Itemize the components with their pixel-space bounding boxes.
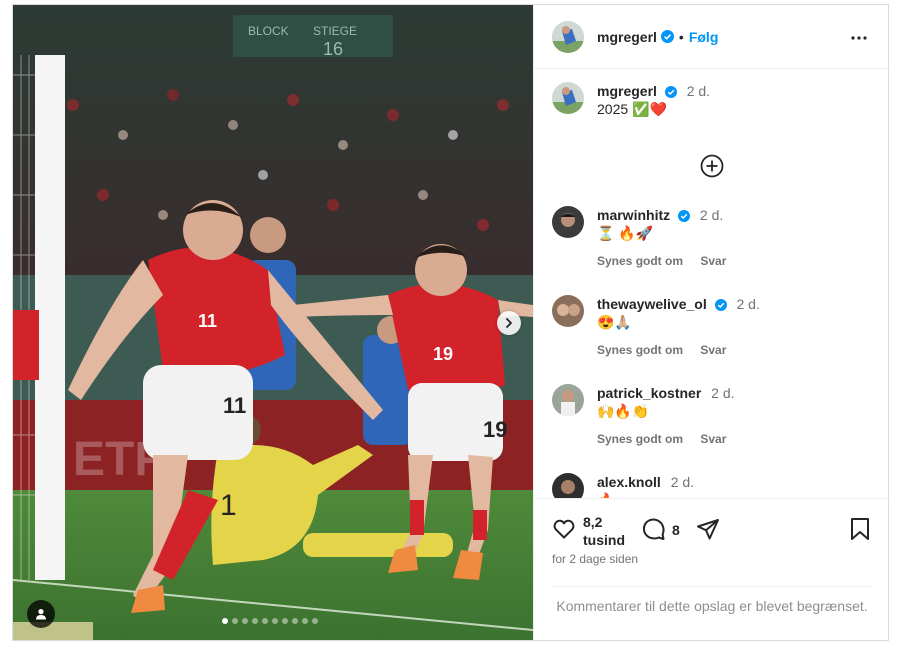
svg-text:11: 11 xyxy=(198,311,217,331)
like-comment-button[interactable]: Synes godt om xyxy=(597,343,683,357)
comment-item: alex.knoll 2 d. 🔥 xyxy=(552,473,694,498)
comment-username[interactable]: patrick_kostner xyxy=(597,385,701,401)
post-caption: mgregerl 2 d. 2025 ✅❤️ xyxy=(552,82,710,118)
action-bar: 8,2 tusind 8 for 2 dage siden xyxy=(534,498,890,586)
verified-badge-icon xyxy=(678,210,691,223)
bookmark-icon[interactable] xyxy=(849,517,871,541)
comment-count: 8 xyxy=(672,522,680,538)
user-icon xyxy=(36,609,46,620)
comment-username[interactable]: marwinhitz xyxy=(597,207,670,223)
commenter-avatar[interactable] xyxy=(552,206,584,238)
carousel-dot xyxy=(252,618,258,624)
like-comment-button[interactable]: Synes godt om xyxy=(597,432,683,446)
more-horizontal-icon[interactable] xyxy=(850,29,868,47)
svg-text:16: 16 xyxy=(323,39,343,59)
comment-text: 😍🙏🏼 xyxy=(597,314,632,330)
commenter-avatar[interactable] xyxy=(552,473,584,498)
carousel-dot xyxy=(262,618,268,624)
carousel-dot xyxy=(232,618,238,624)
comment-text: 🔥 xyxy=(597,491,694,498)
instagram-post: BLOCK STIEGE 16 ETF 1 11 19 19 11 mgrege… xyxy=(12,4,890,641)
post-header: mgregerl • Følg xyxy=(534,5,890,69)
like-count[interactable]: 8,2 tusind xyxy=(583,513,625,549)
post-photo: BLOCK STIEGE 16 ETF 1 11 19 19 11 xyxy=(13,5,533,640)
carousel-dot xyxy=(302,618,308,624)
comment-item: patrick_kostner 2 d. 🙌🔥👏 Synes godt om S… xyxy=(552,384,740,448)
comment-item: marwinhitz 2 d. ⏳ 🔥🚀 Synes godt om Svar xyxy=(552,206,740,270)
like-count-number: 8,2 xyxy=(583,514,603,530)
verified-badge-icon xyxy=(660,30,674,43)
comments-restricted-notice: Kommentarer til dette opslag er blevet b… xyxy=(552,586,872,616)
next-slide-button[interactable] xyxy=(497,311,521,335)
commenter-avatar[interactable] xyxy=(552,384,584,416)
verified-badge-icon xyxy=(714,299,727,312)
caption-text: 2025 ✅❤️ xyxy=(597,101,667,117)
svg-text:19: 19 xyxy=(483,417,507,442)
post-age[interactable]: for 2 dage siden xyxy=(552,552,638,566)
comment-time: 2 d. xyxy=(699,207,724,223)
comment-item: thewaywelive_ol 2 d. 😍🙏🏼 Synes godt om S… xyxy=(552,295,760,359)
like-count-unit: tusind xyxy=(583,532,625,548)
chevron-right-icon xyxy=(506,318,512,328)
comment-time: 2 d. xyxy=(711,385,735,401)
comment-username[interactable]: thewaywelive_ol xyxy=(597,296,707,312)
comment-time: 2 d. xyxy=(736,296,760,312)
post-media[interactable]: BLOCK STIEGE 16 ETF 1 11 19 19 11 xyxy=(13,5,533,640)
svg-text:BLOCK: BLOCK xyxy=(248,24,289,38)
author-avatar[interactable] xyxy=(552,20,584,53)
caption-username[interactable]: mgregerl xyxy=(597,83,657,99)
comment-text: 🙌🔥👏 xyxy=(597,403,650,419)
caption-time: 2 d. xyxy=(686,83,711,99)
comment-time: 2 d. xyxy=(670,474,695,490)
caption-avatar[interactable] xyxy=(552,82,584,114)
svg-text:STIEGE: STIEGE xyxy=(313,24,357,38)
comment-username[interactable]: alex.knoll xyxy=(597,474,661,490)
carousel-dot xyxy=(282,618,288,624)
tagged-users-button[interactable] xyxy=(27,600,55,628)
share-icon[interactable] xyxy=(696,517,720,541)
comment-text: ⏳ 🔥🚀 xyxy=(597,225,654,241)
follow-button[interactable]: Følg xyxy=(689,29,719,45)
carousel-dot xyxy=(272,618,278,624)
svg-text:1: 1 xyxy=(220,489,237,522)
comments-list[interactable]: mgregerl 2 d. 2025 ✅❤️ marwinhitz 2 d. ⏳… xyxy=(534,70,890,498)
heart-icon[interactable] xyxy=(552,517,576,541)
carousel-indicators xyxy=(222,618,318,624)
separator-dot: • xyxy=(678,28,684,45)
reply-button[interactable]: Svar xyxy=(700,254,726,268)
carousel-dot xyxy=(242,618,248,624)
carousel-dot xyxy=(292,618,298,624)
comment-icon[interactable] xyxy=(642,517,666,541)
svg-text:11: 11 xyxy=(223,393,246,418)
reply-button[interactable]: Svar xyxy=(700,432,726,446)
author-username[interactable]: mgregerl xyxy=(597,29,657,45)
like-comment-button[interactable]: Synes godt om xyxy=(597,254,683,268)
verified-badge-icon xyxy=(664,86,677,99)
carousel-dot xyxy=(222,618,228,624)
reply-button[interactable]: Svar xyxy=(700,343,726,357)
commenter-avatar[interactable] xyxy=(552,295,584,327)
svg-text:19: 19 xyxy=(433,344,453,364)
post-side-panel: mgregerl • Følg mgregerl 2 d. 2025 ✅❤️ m… xyxy=(533,5,890,640)
load-more-comments-icon[interactable] xyxy=(700,154,724,178)
carousel-dot xyxy=(312,618,318,624)
